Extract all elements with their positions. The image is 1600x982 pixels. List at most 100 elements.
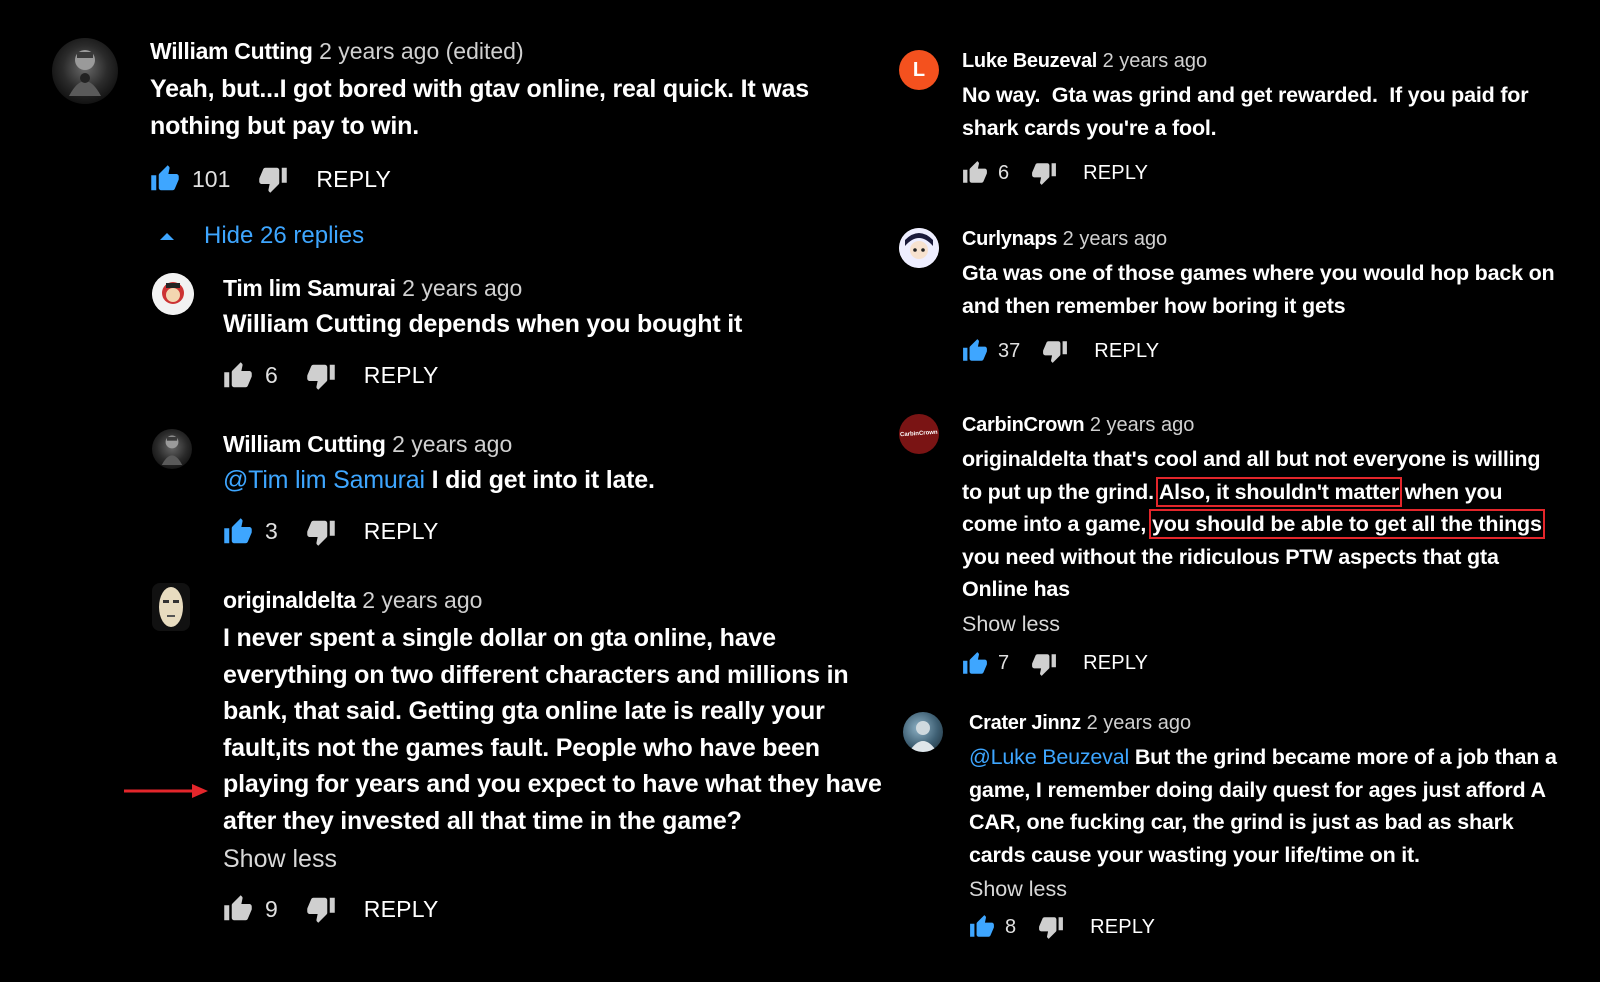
- like-count: 37: [998, 339, 1021, 362]
- show-less-link[interactable]: Show less: [223, 845, 888, 874]
- reply-button[interactable]: REPLY: [1083, 162, 1148, 185]
- comment-actions: 6 REPLY: [962, 160, 1590, 186]
- samurai-avatar-icon: [152, 273, 194, 315]
- comment-text: Yeah, but...I got bored with gtav online…: [150, 75, 809, 140]
- comment-header: Tim lim Samurai 2 years ago: [223, 275, 893, 302]
- like-count: 101: [192, 165, 231, 192]
- hide-replies-label: Hide 26 replies: [204, 222, 365, 249]
- reply-button[interactable]: REPLY: [1090, 916, 1155, 939]
- dislike-icon[interactable]: [1042, 338, 1068, 364]
- comment-actions: 8 REPLY: [969, 914, 1591, 940]
- like-icon[interactable]: [962, 338, 988, 364]
- author-name[interactable]: originaldelta: [223, 587, 356, 613]
- dislike-icon[interactable]: [306, 894, 336, 924]
- reply-button[interactable]: REPLY: [364, 362, 439, 389]
- like-icon[interactable]: [223, 894, 253, 924]
- author-name[interactable]: Crater Jinnz: [969, 712, 1081, 734]
- like-icon[interactable]: [150, 164, 180, 194]
- timestamp[interactable]: 2 years ago: [362, 587, 482, 613]
- mention-link[interactable]: @Luke Beuzeval: [969, 745, 1129, 769]
- dislike-icon[interactable]: [1038, 914, 1064, 940]
- comment-actions: 37 REPLY: [962, 338, 1590, 364]
- timestamp[interactable]: 2 years ago (edited): [319, 38, 524, 64]
- comment-header: Curlynaps 2 years ago: [962, 228, 1590, 251]
- avatar[interactable]: [152, 583, 190, 631]
- mask-avatar-icon: [159, 587, 183, 627]
- comment-actions: 6 REPLY: [223, 361, 893, 391]
- mention-link[interactable]: @Tim lim Samurai: [223, 466, 425, 494]
- timestamp[interactable]: 2 years ago: [1103, 50, 1208, 72]
- like-icon[interactable]: [223, 361, 253, 391]
- timestamp[interactable]: 2 years ago: [1090, 414, 1195, 436]
- avatar[interactable]: [899, 228, 939, 268]
- like-count: 3: [265, 518, 278, 544]
- timestamp[interactable]: 2 years ago: [1087, 712, 1192, 734]
- comment-text: @Luke Beuzeval But the grind became more…: [969, 741, 1575, 871]
- avatar[interactable]: L: [899, 50, 939, 90]
- show-less-link[interactable]: Show less: [962, 612, 1590, 637]
- comment-text: @Tim lim Samurai I did get into it late.: [223, 462, 893, 499]
- dislike-icon[interactable]: [258, 164, 288, 194]
- dislike-icon[interactable]: [306, 517, 336, 547]
- avatar[interactable]: [52, 38, 118, 104]
- red-arrow-annotation: [124, 784, 208, 798]
- author-name[interactable]: William Cutting: [223, 431, 386, 457]
- author-name[interactable]: William Cutting: [150, 38, 313, 64]
- highlighted-text: Also, it shouldn't matter: [1155, 476, 1403, 507]
- comment-text-part: you need without the ridiculous PTW aspe…: [962, 544, 1499, 602]
- avatar[interactable]: [903, 712, 943, 752]
- comment-text: I never spent a single dollar on gta onl…: [223, 624, 882, 835]
- comment-actions: 7 REPLY: [962, 651, 1590, 677]
- comment-text: originaldelta that's cool and all but no…: [962, 443, 1562, 606]
- comment-header: William Cutting 2 years ago: [223, 431, 893, 458]
- like-icon[interactable]: [962, 160, 988, 186]
- avatar[interactable]: [152, 273, 194, 315]
- reply-button[interactable]: REPLY: [364, 518, 439, 545]
- highlighted-text: you should be able to get all the things: [1148, 509, 1545, 539]
- like-count: 6: [998, 161, 1010, 184]
- comment-actions: 9 REPLY: [223, 894, 888, 924]
- comment-actions: 101 REPLY: [150, 164, 890, 194]
- like-count: 9: [265, 895, 278, 922]
- dislike-icon[interactable]: [1031, 651, 1057, 677]
- masked-figure-icon: [161, 435, 183, 465]
- timestamp[interactable]: 2 years ago: [392, 431, 512, 457]
- comment-text: William Cutting depends when you bought …: [223, 310, 743, 338]
- comment-william-cutting: William Cutting 2 years ago (edited) Yea…: [0, 0, 905, 210]
- comment-header: Crater Jinnz 2 years ago: [969, 712, 1591, 735]
- comment-header: Luke Beuzeval 2 years ago: [962, 50, 1590, 73]
- reply-originaldelta: originaldelta 2 years ago I never spent …: [0, 577, 905, 982]
- reply-button[interactable]: REPLY: [364, 896, 439, 923]
- avatar-letter: L: [912, 58, 926, 81]
- comment-text: Gta was one of those games where you wou…: [962, 261, 1555, 318]
- masked-figure-icon: [69, 50, 101, 96]
- author-name[interactable]: Luke Beuzeval: [962, 50, 1097, 72]
- reply-button[interactable]: REPLY: [1083, 652, 1148, 675]
- like-count: 6: [265, 362, 278, 388]
- reply-curlynaps: Curlynaps 2 years ago Gta was one of tho…: [899, 228, 1600, 388]
- comment-header: CarbinCrown 2 years ago: [962, 414, 1590, 437]
- author-name[interactable]: Tim lim Samurai: [223, 275, 396, 301]
- comment-header: originaldelta 2 years ago: [223, 587, 888, 614]
- caret-up-icon: [160, 233, 174, 240]
- timestamp[interactable]: 2 years ago: [402, 275, 522, 301]
- like-icon[interactable]: [223, 517, 253, 547]
- reply-button[interactable]: REPLY: [1094, 340, 1159, 363]
- anime-avatar-icon: [899, 228, 939, 268]
- show-less-link[interactable]: Show less: [969, 877, 1591, 902]
- comment-header: William Cutting 2 years ago (edited): [150, 38, 890, 65]
- reply-button[interactable]: REPLY: [316, 166, 391, 193]
- timestamp[interactable]: 2 years ago: [1063, 228, 1168, 250]
- author-name[interactable]: CarbinCrown: [962, 414, 1085, 436]
- avatar[interactable]: [152, 429, 192, 469]
- hide-replies-button[interactable]: Hide 26 replies: [158, 222, 364, 250]
- avatar[interactable]: CarbinCrown: [899, 414, 939, 454]
- dislike-icon[interactable]: [1031, 160, 1057, 186]
- left-comment-column: William Cutting 2 years ago (edited) Yea…: [0, 0, 905, 982]
- like-icon[interactable]: [969, 914, 995, 940]
- like-icon[interactable]: [962, 651, 988, 677]
- right-comment-column: L Luke Beuzeval 2 years ago No way. Gta …: [899, 0, 1600, 982]
- like-count: 8: [1005, 915, 1017, 938]
- author-name[interactable]: Curlynaps: [962, 228, 1057, 250]
- dislike-icon[interactable]: [306, 361, 336, 391]
